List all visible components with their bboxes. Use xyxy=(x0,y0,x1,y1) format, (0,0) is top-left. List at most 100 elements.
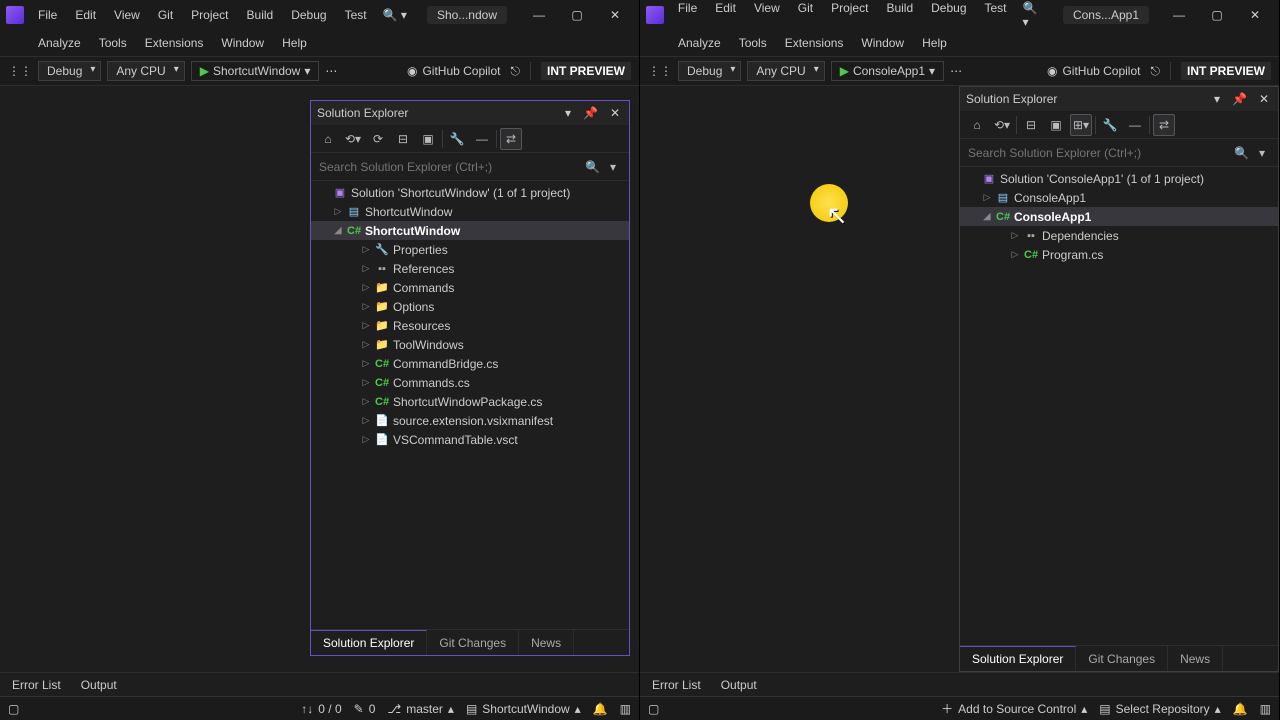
switch-views-icon[interactable]: ⟲▾ xyxy=(991,114,1013,136)
tree-item-references[interactable]: ▷▪▪References xyxy=(311,259,629,278)
project-node[interactable]: ▷▤ShortcutWindow xyxy=(311,202,629,221)
menu-edit[interactable]: Edit xyxy=(707,0,744,33)
drag-handle-icon[interactable]: ⋮⋮ xyxy=(648,64,672,78)
search-input[interactable] xyxy=(319,160,580,174)
menu-test[interactable]: Test xyxy=(977,0,1015,33)
properties-icon[interactable]: 🔧 xyxy=(1099,114,1121,136)
menu-git[interactable]: Git xyxy=(150,4,181,26)
menu-build[interactable]: Build xyxy=(239,4,282,26)
menu-extensions[interactable]: Extensions xyxy=(777,32,852,54)
start-button[interactable]: ▶ConsoleApp1 ▾ xyxy=(831,61,944,81)
platform-select[interactable]: Any CPU xyxy=(107,61,184,81)
preview-icon[interactable]: — xyxy=(471,128,493,150)
menu-test[interactable]: Test xyxy=(337,4,375,26)
track-active-icon[interactable]: ⊞▾ xyxy=(1070,114,1092,136)
tab-news[interactable]: News xyxy=(519,630,574,655)
menu-analyze[interactable]: Analyze xyxy=(670,32,729,54)
tab-git-changes[interactable]: Git Changes xyxy=(1076,646,1168,671)
tree-item-cs[interactable]: ▷C#ShortcutWindowPackage.cs xyxy=(311,392,629,411)
close-panel-icon[interactable]: ✕ xyxy=(607,106,623,120)
ready-icon[interactable]: ▢ xyxy=(8,702,19,716)
platform-select[interactable]: Any CPU xyxy=(747,61,824,81)
config-select[interactable]: Debug xyxy=(38,61,101,81)
sync-icon[interactable]: ⇄ xyxy=(1153,114,1175,136)
solution-node[interactable]: ▣Solution 'ShortcutWindow' (1 of 1 proje… xyxy=(311,183,629,202)
ready-icon[interactable]: ▢ xyxy=(648,702,659,716)
expand-icon[interactable]: ▷ xyxy=(333,206,343,217)
start-button[interactable]: ▶ShortcutWindow ▾ xyxy=(191,61,320,81)
git-changes-status[interactable]: ↑↓ 0 / 0 xyxy=(301,702,341,716)
minimize-icon[interactable]: — xyxy=(521,1,557,29)
home-icon[interactable]: ⌂ xyxy=(966,114,988,136)
switch-views-icon[interactable]: ⟲▾ xyxy=(342,128,364,150)
pin-icon[interactable]: 📌 xyxy=(1229,92,1250,106)
dropdown-icon[interactable]: ▾ xyxy=(562,106,574,120)
show-all-icon[interactable]: ▣ xyxy=(1045,114,1067,136)
overflow-icon[interactable]: ⋯ xyxy=(325,64,337,78)
select-repository[interactable]: ▤ Select Repository ▴ xyxy=(1099,702,1220,716)
menu-project[interactable]: Project xyxy=(183,4,236,26)
menu-help[interactable]: Help xyxy=(914,32,955,54)
pin-icon[interactable]: 📌 xyxy=(580,106,601,120)
menu-edit[interactable]: Edit xyxy=(67,4,104,26)
share-icon[interactable]: ⎋ xyxy=(510,64,520,79)
project-node-active[interactable]: ◢C#ShortcutWindow xyxy=(311,221,629,240)
bell-icon[interactable]: 🔔 xyxy=(593,702,608,716)
tree-item-toolwindows[interactable]: ▷📁ToolWindows xyxy=(311,335,629,354)
menu-build[interactable]: Build xyxy=(878,0,921,33)
close-icon[interactable]: ✕ xyxy=(597,1,633,29)
branch-status[interactable]: ⎇ master ▴ xyxy=(387,702,454,716)
menu-view[interactable]: View xyxy=(746,0,788,33)
search-go-icon[interactable]: 🔍 xyxy=(1229,146,1254,160)
menu-tools[interactable]: Tools xyxy=(91,32,135,54)
search-options-icon[interactable]: ▾ xyxy=(605,160,621,174)
home-icon[interactable]: ⌂ xyxy=(317,128,339,150)
close-panel-icon[interactable]: ✕ xyxy=(1256,92,1272,106)
tab-error-list[interactable]: Error List xyxy=(644,675,709,695)
add-source-control[interactable]: ＋ Add to Source Control ▴ xyxy=(941,700,1087,717)
menu-debug[interactable]: Debug xyxy=(923,0,974,33)
tree-item-cs[interactable]: ▷C#Program.cs xyxy=(960,245,1278,264)
menu-tools[interactable]: Tools xyxy=(731,32,775,54)
panel-header[interactable]: Solution Explorer ▾ 📌 ✕ xyxy=(960,87,1278,111)
menu-help[interactable]: Help xyxy=(274,32,315,54)
git-pending-status[interactable]: ✎ 0 xyxy=(354,702,376,716)
search-options-icon[interactable]: ▾ xyxy=(1254,146,1270,160)
menu-window[interactable]: Window xyxy=(213,32,272,54)
share-icon[interactable]: ⎋ xyxy=(1150,64,1160,79)
show-all-icon[interactable]: ▣ xyxy=(417,128,439,150)
menu-analyze[interactable]: Analyze xyxy=(30,32,89,54)
search-icon[interactable]: 🔍 ▾ xyxy=(377,4,413,26)
tree-item-commands[interactable]: ▷📁Commands xyxy=(311,278,629,297)
maximize-icon[interactable]: ▢ xyxy=(1199,1,1235,29)
menu-view[interactable]: View xyxy=(106,4,148,26)
tree-item-cs[interactable]: ▷C#CommandBridge.cs xyxy=(311,354,629,373)
layout-icon[interactable]: ▥ xyxy=(620,702,631,716)
tab-solution-explorer[interactable]: Solution Explorer xyxy=(311,630,427,655)
layout-icon[interactable]: ▥ xyxy=(1260,702,1271,716)
minimize-icon[interactable]: — xyxy=(1161,1,1197,29)
copilot-button[interactable]: ◉GitHub Copilot xyxy=(407,64,501,78)
bell-icon[interactable]: 🔔 xyxy=(1233,702,1248,716)
project-node[interactable]: ▷▤ConsoleApp1 xyxy=(960,188,1278,207)
tree-item-cs[interactable]: ▷C#Commands.cs xyxy=(311,373,629,392)
search-go-icon[interactable]: 🔍 xyxy=(580,160,605,174)
preview-icon[interactable]: — xyxy=(1124,114,1146,136)
menu-git[interactable]: Git xyxy=(790,0,821,33)
sync-icon[interactable]: ⇄ xyxy=(500,128,522,150)
tab-solution-explorer[interactable]: Solution Explorer xyxy=(960,646,1076,671)
panel-header[interactable]: Solution Explorer ▾ 📌 ✕ xyxy=(311,101,629,125)
drag-handle-icon[interactable]: ⋮⋮ xyxy=(8,64,32,78)
refresh-icon[interactable]: ⟳ xyxy=(367,128,389,150)
overflow-icon[interactable]: ⋯ xyxy=(950,64,962,78)
tree-item-options[interactable]: ▷📁Options xyxy=(311,297,629,316)
tab-output[interactable]: Output xyxy=(713,675,765,695)
expand-icon[interactable]: ▷ xyxy=(982,192,992,203)
menu-debug[interactable]: Debug xyxy=(283,4,334,26)
menu-project[interactable]: Project xyxy=(823,0,876,33)
tree-item-resources[interactable]: ▷📁Resources xyxy=(311,316,629,335)
solution-tree[interactable]: ▣Solution 'ConsoleApp1' (1 of 1 project)… xyxy=(960,167,1278,645)
tab-output[interactable]: Output xyxy=(73,675,125,695)
tree-item-manifest[interactable]: ▷📄source.extension.vsixmanifest xyxy=(311,411,629,430)
config-select[interactable]: Debug xyxy=(678,61,741,81)
